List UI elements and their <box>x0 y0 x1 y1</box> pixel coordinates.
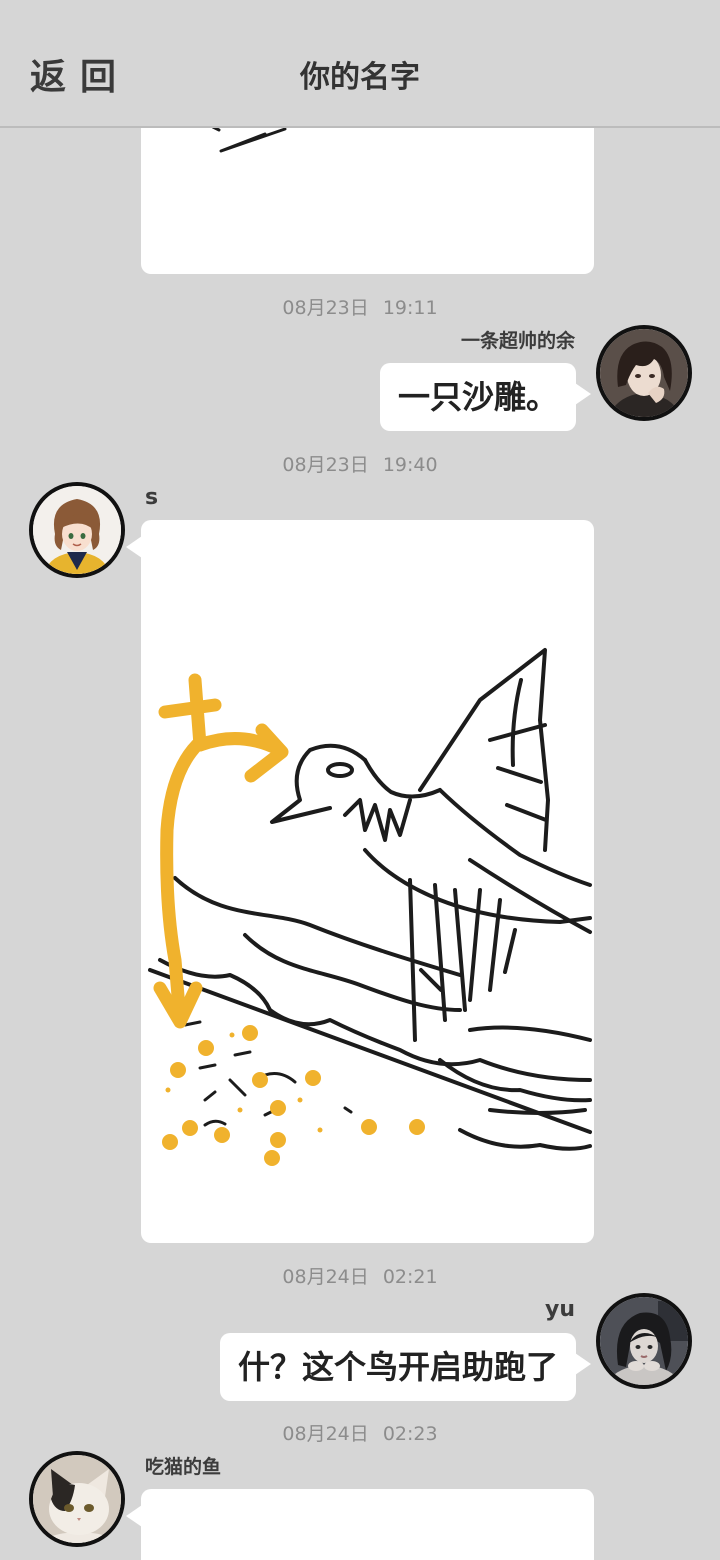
arrow-cross-stroke <box>158 673 222 752</box>
message-timestamp: 08月23日 19:40 <box>282 454 438 476</box>
chat-title: 你的名字 <box>300 60 420 95</box>
yellow-dot <box>214 1127 230 1143</box>
bird-eye-stroke <box>326 762 354 778</box>
text-message-bubble[interactable]: 什？这个鸟开启助跑了 <box>219 1333 592 1401</box>
yellow-dot <box>198 1040 214 1056</box>
sketch-image <box>148 648 592 1166</box>
yellow-dot <box>170 1062 186 1078</box>
top-bar: 返回 你的名字 <box>0 0 720 128</box>
yellow-dot <box>305 1070 321 1086</box>
message-text: 一只沙雕。 <box>397 378 558 416</box>
hill-stroke <box>173 876 462 977</box>
sender-avatar[interactable] <box>596 1293 692 1389</box>
yellow-dot <box>162 1134 178 1150</box>
yellow-dot <box>409 1119 425 1135</box>
sender-avatar[interactable] <box>596 325 692 421</box>
bird-back-stroke <box>438 788 592 887</box>
yellow-speck <box>165 1087 171 1093</box>
yellow-dot <box>270 1100 286 1116</box>
sender-name: 吃猫的鱼 <box>145 1456 222 1478</box>
yellow-dot <box>264 1150 280 1166</box>
yellow-arrow <box>153 673 289 1029</box>
yellow-speck <box>237 1107 243 1113</box>
message-timestamp: 08月24日 02:23 <box>282 1423 438 1445</box>
avatar-anime-boy-icon <box>600 329 688 417</box>
bird-leg-stroke <box>408 878 517 1042</box>
message-timestamp: 08月23日 19:11 <box>282 297 438 319</box>
ground-line-stroke <box>148 968 592 1134</box>
avatar-cat-icon <box>33 1455 121 1543</box>
sender-name: s <box>145 485 159 510</box>
image-message[interactable] <box>126 520 594 1243</box>
avatar-dark-hair-girl-icon <box>600 1297 688 1385</box>
bird-sketch <box>148 648 592 1151</box>
yellow-dot <box>252 1072 268 1088</box>
image-message[interactable] <box>126 1489 594 1560</box>
sender-avatar[interactable] <box>29 1451 125 1547</box>
ground-wave-stroke <box>438 1025 592 1151</box>
yellow-dot <box>242 1025 258 1041</box>
yellow-dot <box>361 1119 377 1135</box>
message-text: 什？这个鸟开启助跑了 <box>237 1348 558 1386</box>
ground-wave-stroke <box>158 958 592 1082</box>
yellow-speck <box>317 1127 323 1133</box>
hill-stroke <box>243 933 462 1012</box>
yellow-speck <box>229 1032 235 1038</box>
sender-name: yu <box>544 1297 575 1322</box>
sketch-stroke <box>211 125 287 153</box>
chat-screen: 返回 你的名字 08月23日 19:11 一条超帅的余 一只沙雕。 08月23日… <box>0 0 720 1560</box>
bird-wing-stroke <box>418 648 550 852</box>
yellow-speck <box>297 1097 303 1103</box>
text-message-bubble[interactable]: 一只沙雕。 <box>379 363 592 431</box>
bird-collar-stroke <box>343 798 412 842</box>
yellow-dot <box>270 1132 286 1148</box>
message-timestamp: 08月24日 02:21 <box>282 1266 438 1288</box>
yellow-dot <box>182 1120 198 1136</box>
bird-wing-feather-stroke <box>488 678 548 822</box>
sender-name: 一条超帅的余 <box>460 330 575 352</box>
crumb-marks <box>183 1020 353 1127</box>
sender-avatar[interactable] <box>29 482 125 578</box>
avatar-anime-girl-icon <box>33 486 121 574</box>
